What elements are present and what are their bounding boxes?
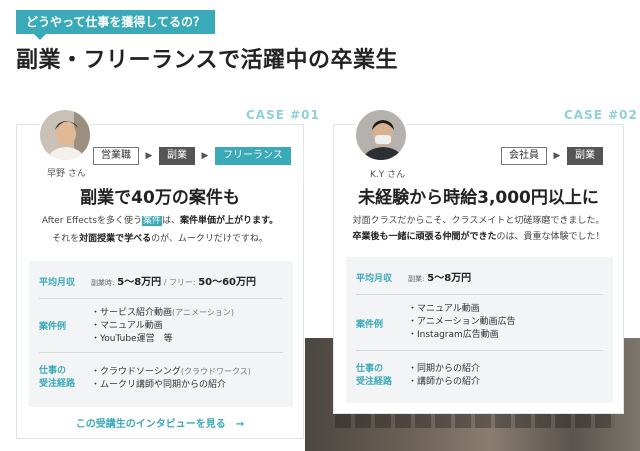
income-value: 副業時: 5〜8万円 / フリー: 50〜60万円 [91,277,257,288]
career-tag: フリーランス [215,147,291,165]
case-card-2: K.Y さん 会社員 ▶ 副業 未経験から時給3,000円以上に 対面クラスだか… [333,124,624,414]
examples-row: 案件例 ・マニュアル動画 ・アニメーション動画広告 ・Instagram広告動画 [356,299,603,351]
route-label: 仕事の 受注経路 [356,364,393,387]
career-flow: 会社員 ▶ 副業 [501,147,603,165]
route-row: 仕事の 受注経路 ・同期からの紹介 ・講師からの紹介 [356,355,603,399]
list-item: ・講師からの紹介 [408,377,481,387]
list-item: ・YouTube運営 等 [91,334,173,344]
income-label: 平均月収 [356,274,393,284]
route-row: 仕事の 受注経路 ・クラウドソーシング(クラウドワークス) ・ムークリ講師や同期か… [39,357,283,403]
route-list: ・同期からの紹介 ・講師からの紹介 [408,363,480,389]
list-item: ・クラウドソーシング(クラウドワークス) [91,367,251,377]
person-name: K.Y さん [370,170,406,180]
avatar [38,108,92,162]
examples-list: ・マニュアル動画 ・アニメーション動画広告 ・Instagram広告動画 [408,303,516,342]
case-title: 未経験から時給3,000円以上に [358,188,599,208]
section-badge: どうやって仕事を獲得してるの？ [16,10,216,40]
list-item: ・マニュアル動画 [91,321,163,331]
case-title: 副業で40万の案件も [80,188,240,208]
list-item: ・アニメーション動画広告 [408,317,516,327]
examples-label: 案件例 [39,322,67,332]
case-label-2: CASE #02 [564,108,638,122]
income-row: 平均月収 副業時: 5〜8万円 / フリー: 50〜60万円 [39,269,283,299]
list-item: ・同期からの紹介 [408,364,481,374]
case-description-line: After Effectsを多く使う案件は、案件単価が上がります。 [41,216,279,226]
list-item: ・Instagram広告動画 [408,330,499,340]
career-tag: 会社員 [501,147,547,165]
avatar [354,108,408,162]
list-item: ・マニュアル動画 [408,304,480,314]
case-info-panel: 平均月収 副業: 5〜8万円 案件例 ・マニュアル動画 ・アニメーション動画広告… [346,257,613,403]
income-label: 平均月収 [39,278,76,288]
list-item: ・サービス紹介動画(アニメーション) [91,308,234,318]
income-value: 副業: 5〜8万円 [408,273,472,284]
career-tag: 副業 [159,147,195,165]
case-info-panel: 平均月収 副業時: 5〜8万円 / フリー: 50〜60万円 案件例 ・サービス… [29,261,293,407]
person-name: 早野 さん [47,169,86,179]
route-label: 仕事の 受注経路 [39,366,76,389]
case-card-1: 早野 さん 営業職 ▶ 副業 ▶ フリーランス 副業で40万の案件も After… [16,124,304,439]
career-flow: 営業職 ▶ 副業 ▶ フリーランス [93,147,291,165]
career-tag: 営業職 [93,147,139,165]
route-list: ・クラウドソーシング(クラウドワークス) ・ムークリ講師や同期からの紹介 [91,365,251,392]
case-description-line: それを対面授業で学べるのが、ムークリだけですね。 [52,234,268,244]
interview-link[interactable]: この受講生のインタビューを見る → [17,415,303,430]
case-description-line: 対面クラスだからこそ、クラスメイトと切磋琢磨できました。 [352,216,605,226]
page-title: 副業・フリーランスで活躍中の卒業生 [16,48,399,73]
list-item: ・ムークリ講師や同期からの紹介 [91,380,227,390]
income-row: 平均月収 副業: 5〜8万円 [356,265,603,295]
examples-list: ・サービス紹介動画(アニメーション) ・マニュアル動画 ・YouTube運営 等 [91,306,234,346]
career-tag: 副業 [567,147,603,165]
arrow-right-icon: ▶ [145,151,153,161]
examples-label: 案件例 [356,320,384,330]
case-description-line: 卒業後も一緒に頑張る仲間ができたのは、貴重な体験でした！ [352,232,605,242]
case-label-1: CASE #01 [246,108,320,122]
arrow-right-icon: ▶ [201,151,209,161]
examples-row: 案件例 ・サービス紹介動画(アニメーション) ・マニュアル動画 ・YouTube… [39,303,283,353]
arrow-right-icon: ▶ [553,151,561,161]
